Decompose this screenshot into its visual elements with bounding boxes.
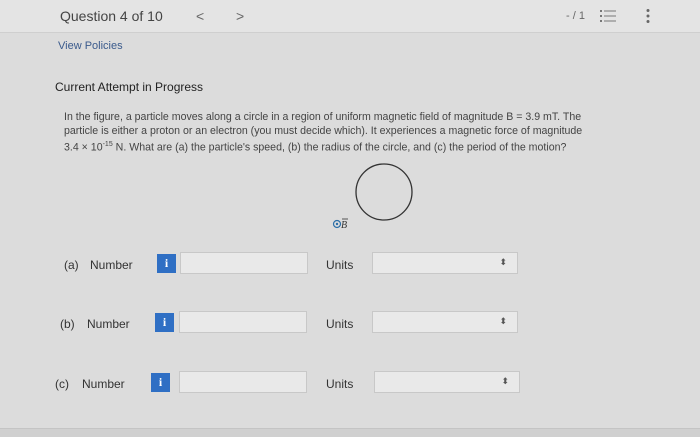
units-label: Units [326,258,354,272]
problem-line-1: In the figure, a particle moves along a … [64,111,582,123]
units-label: Units [326,317,354,331]
units-label: Units [326,377,354,391]
problem-line-2: particle is either a proton or an electr… [64,125,583,137]
score: - / 1 [566,10,585,22]
part-label: (a) [64,258,79,272]
number-input[interactable] [180,252,308,274]
info-button[interactable]: i [157,254,176,273]
answer-row-a: (a) Number i Units ⬍ [0,250,700,280]
problem-line-3: 3.4 × 10-15 N. What are (a) the particle… [64,141,567,154]
units-select[interactable]: ⬍ [372,252,518,274]
attempt-heading: Current Attempt in Progress [55,80,204,94]
question-title: Question 4 of 10 [60,8,163,24]
part-label: (b) [60,317,75,331]
number-label: Number [82,377,125,391]
particle-path-circle [355,163,413,221]
field-label: B [341,220,347,231]
problem-statement: In the figure, a particle moves along a … [64,110,664,155]
number-input[interactable] [179,371,307,393]
number-label: Number [90,258,133,272]
part-label: (c) [55,377,69,391]
answer-row-b: (b) Number i Units ⬍ [0,309,700,339]
info-button[interactable]: i [155,313,174,332]
number-label: Number [87,317,130,331]
previous-question-button[interactable]: < [196,8,204,24]
chevron-updown-icon: ⬍ [501,376,509,386]
next-question-button[interactable]: > [236,8,244,24]
view-policies-link[interactable]: View Policies [58,40,123,52]
top-bar: Question 4 of 10 < > - / 1 [0,0,700,33]
number-input[interactable] [179,311,307,333]
answer-row-c: (c) Number i Units ⬍ [0,369,700,399]
more-options-icon[interactable] [645,8,651,24]
units-select[interactable]: ⬍ [374,371,520,393]
chevron-updown-icon: ⬍ [499,316,507,326]
question-list-icon[interactable] [600,9,616,23]
chevron-updown-icon: ⬍ [499,257,507,267]
circle-figure: B [332,163,413,231]
info-button[interactable]: i [151,373,170,392]
units-select[interactable]: ⬍ [372,311,518,333]
